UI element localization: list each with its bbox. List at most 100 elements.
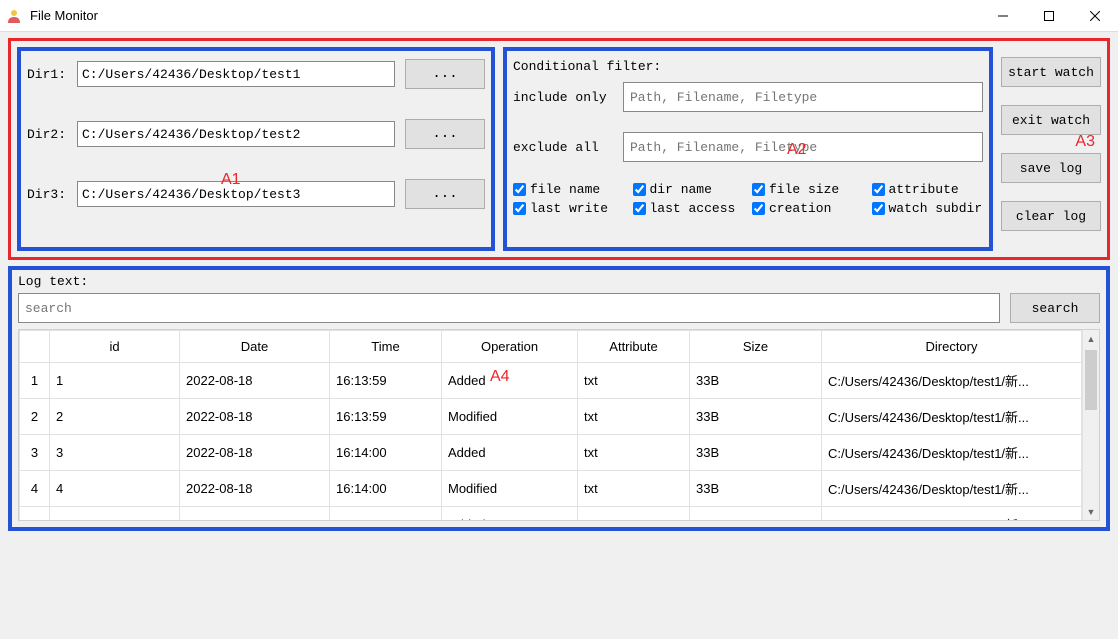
row-number: 2 [20, 399, 50, 435]
dir3-label: Dir3: [27, 187, 67, 202]
cell-time: 16:14:00 [330, 471, 442, 507]
cell-size: 0B [690, 507, 822, 522]
cell-time: 16:13:59 [330, 399, 442, 435]
cell-attribute: txt [578, 363, 690, 399]
dir3-browse-button[interactable]: ... [405, 179, 485, 209]
app-icon [6, 8, 22, 24]
cell-size: 33B [690, 399, 822, 435]
directories-box: Dir1: ... Dir2: ... Dir3: ... A1 [17, 47, 495, 251]
check-dir-name[interactable]: dir name [633, 182, 745, 197]
close-button[interactable] [1072, 0, 1118, 32]
config-panel: Dir1: ... Dir2: ... Dir3: ... A1 Conditi… [8, 38, 1110, 260]
cell-operation: Modified [442, 471, 578, 507]
col-size[interactable]: Size [690, 331, 822, 363]
check-creation[interactable]: creation [752, 201, 864, 216]
cell-operation: Added [442, 435, 578, 471]
dir3-input[interactable] [77, 181, 395, 207]
save-log-button[interactable]: save log [1001, 153, 1101, 183]
search-input[interactable] [18, 293, 1000, 323]
log-label: Log text: [18, 274, 1100, 289]
cell-date: 2022-08-18 [180, 435, 330, 471]
check-file-size[interactable]: file size [752, 182, 864, 197]
minimize-button[interactable] [980, 0, 1026, 32]
log-section: Log text: search id Date Time Operation [8, 266, 1110, 531]
exit-watch-button[interactable]: exit watch [1001, 105, 1101, 135]
col-date[interactable]: Date [180, 331, 330, 363]
cell-id: 5 [50, 507, 180, 522]
cell-time: 16:14:00 [330, 435, 442, 471]
check-file-name[interactable]: file name [513, 182, 625, 197]
scroll-thumb[interactable] [1085, 350, 1097, 410]
annotation-a3: A3 [1075, 133, 1095, 151]
cell-attribute: txt [578, 399, 690, 435]
scroll-down-icon[interactable]: ▼ [1083, 503, 1099, 520]
cell-attribute: pptx [578, 507, 690, 522]
row-number: 5 [20, 507, 50, 522]
cell-date: 2022-08-19 [180, 507, 330, 522]
dir1-input[interactable] [77, 61, 395, 87]
cell-operation: Added [442, 507, 578, 522]
search-button[interactable]: search [1010, 293, 1100, 323]
action-buttons: start watch exit watch save log clear lo… [1001, 47, 1101, 251]
maximize-button[interactable] [1026, 0, 1072, 32]
check-last-access[interactable]: last access [633, 201, 745, 216]
check-attribute[interactable]: attribute [872, 182, 984, 197]
check-watch-subdir[interactable]: watch subdir [872, 201, 984, 216]
cell-directory: C:/Users/42436/Desktop/test1/新... [822, 363, 1082, 399]
window-title: File Monitor [30, 8, 98, 23]
scroll-up-icon[interactable]: ▲ [1083, 330, 1099, 347]
titlebar[interactable]: File Monitor [0, 0, 1118, 32]
cell-directory: C:/Users/42436/Desktop/test2/新... [822, 507, 1082, 522]
cell-operation: Added [442, 363, 578, 399]
row-number: 4 [20, 471, 50, 507]
table-row[interactable]: 552022-08-1909:22:14Addedpptx0BC:/Users/… [20, 507, 1082, 522]
col-directory[interactable]: Directory [822, 331, 1082, 363]
cell-time: 09:22:14 [330, 507, 442, 522]
cell-date: 2022-08-18 [180, 399, 330, 435]
col-attribute[interactable]: Attribute [578, 331, 690, 363]
col-time[interactable]: Time [330, 331, 442, 363]
filter-checkboxes: file name dir name file size attribute l… [513, 182, 983, 216]
cell-id: 2 [50, 399, 180, 435]
cell-size: 33B [690, 435, 822, 471]
table-row[interactable]: 332022-08-1816:14:00Addedtxt33BC:/Users/… [20, 435, 1082, 471]
table-header-row: id Date Time Operation Attribute Size Di… [20, 331, 1082, 363]
row-number: 1 [20, 363, 50, 399]
table-row[interactable]: 112022-08-1816:13:59Addedtxt33BC:/Users/… [20, 363, 1082, 399]
cell-size: 33B [690, 471, 822, 507]
dir2-label: Dir2: [27, 127, 67, 142]
filter-title: Conditional filter: [513, 59, 983, 74]
dir1-browse-button[interactable]: ... [405, 59, 485, 89]
filter-box: Conditional filter: include only exclude… [503, 47, 993, 251]
exclude-input[interactable] [623, 132, 983, 162]
include-input[interactable] [623, 82, 983, 112]
cell-date: 2022-08-18 [180, 363, 330, 399]
clear-log-button[interactable]: clear log [1001, 201, 1101, 231]
table-row[interactable]: 222022-08-1816:13:59Modifiedtxt33BC:/Use… [20, 399, 1082, 435]
check-last-write[interactable]: last write [513, 201, 625, 216]
cell-attribute: txt [578, 471, 690, 507]
cell-time: 16:13:59 [330, 363, 442, 399]
vertical-scrollbar[interactable]: ▲ ▼ [1082, 330, 1099, 520]
cell-attribute: txt [578, 435, 690, 471]
table-row[interactable]: 442022-08-1816:14:00Modifiedtxt33BC:/Use… [20, 471, 1082, 507]
cell-id: 4 [50, 471, 180, 507]
start-watch-button[interactable]: start watch [1001, 57, 1101, 87]
exclude-label: exclude all [513, 140, 613, 155]
row-number: 3 [20, 435, 50, 471]
cell-directory: C:/Users/42436/Desktop/test1/新... [822, 435, 1082, 471]
dir2-browse-button[interactable]: ... [405, 119, 485, 149]
log-table-wrap: id Date Time Operation Attribute Size Di… [18, 329, 1100, 521]
cell-directory: C:/Users/42436/Desktop/test1/新... [822, 399, 1082, 435]
dir1-label: Dir1: [27, 67, 67, 82]
dir2-input[interactable] [77, 121, 395, 147]
cell-operation: Modified [442, 399, 578, 435]
cell-size: 33B [690, 363, 822, 399]
col-operation[interactable]: Operation [442, 331, 578, 363]
log-table: id Date Time Operation Attribute Size Di… [19, 330, 1082, 521]
cell-id: 3 [50, 435, 180, 471]
cell-directory: C:/Users/42436/Desktop/test1/新... [822, 471, 1082, 507]
col-id[interactable]: id [50, 331, 180, 363]
cell-date: 2022-08-18 [180, 471, 330, 507]
include-label: include only [513, 90, 613, 105]
